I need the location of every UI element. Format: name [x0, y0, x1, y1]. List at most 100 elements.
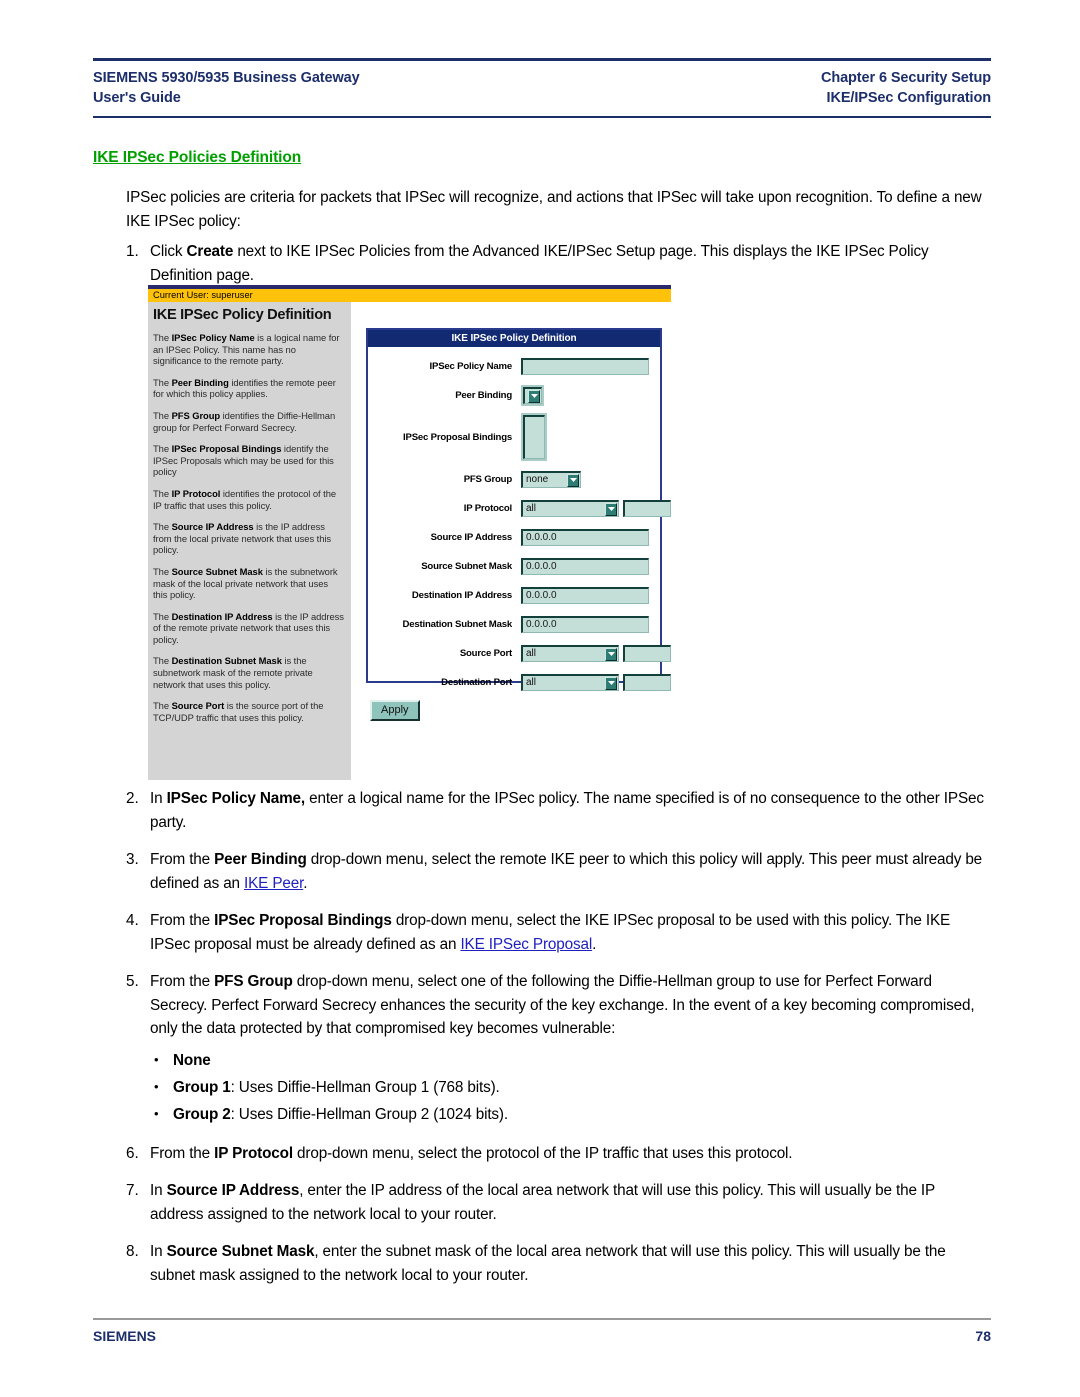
select-source-port-value: all — [526, 648, 537, 659]
select-ip-protocol-value: all — [526, 503, 537, 514]
help-paragraph: The Source IP Address is the IP address … — [153, 521, 344, 556]
help-p-a: The — [153, 443, 172, 455]
header-subsection: IKE/IPSec Configuration — [826, 90, 992, 106]
form-rows: IPSec Policy Name Peer Binding IPSec Pro… — [368, 347, 671, 692]
field-row-dest-port: Destination Port all — [368, 672, 671, 692]
step-5: 5. From the PFS Group drop-down menu, se… — [126, 970, 992, 1128]
step-1: 1. Click Create next to IKE IPSec Polici… — [126, 240, 992, 287]
step-3-a: From the — [150, 851, 215, 868]
step-6-c: drop-down menu, select the protocol of t… — [292, 1144, 793, 1162]
step-6-b: IP Protocol — [214, 1144, 293, 1162]
help-paragraph: The Source Port is the source port of th… — [153, 700, 344, 723]
help-p-term: Source Subnet Mask — [171, 565, 263, 577]
help-pane-title: IKE IPSec Policy Definition — [153, 307, 332, 323]
help-p-term: Source Port — [171, 700, 225, 712]
step-1-number: 1. — [126, 243, 139, 260]
step-8-text: In Source Subnet Mask, enter the subnet … — [150, 1240, 992, 1287]
input-policy-name[interactable] — [521, 357, 649, 375]
header-line2: User's Guide — [93, 90, 181, 106]
select-peer-binding[interactable] — [523, 386, 542, 404]
select-pfs-group[interactable]: none — [521, 470, 581, 488]
step-7-b: Source IP Address — [166, 1182, 300, 1199]
step-4-text: From the IPSec Proposal Bindings drop-do… — [150, 909, 992, 956]
label-peer-binding: Peer Binding — [455, 389, 512, 401]
input-dest-port-extra[interactable] — [623, 673, 671, 691]
footer-brand: SIEMENS — [93, 1327, 157, 1344]
list-item: Group 2: Uses Diffie-Hellman Group 2 (10… — [150, 1100, 992, 1128]
help-paragraph: The PFS Group identifies the Diffie-Hell… — [153, 410, 344, 433]
help-p-term: IPSec Proposal Bindings — [171, 443, 282, 455]
step-2: 2. In IPSec Policy Name, enter a logical… — [126, 787, 992, 834]
help-paragraph: The IP Protocol identifies the protocol … — [153, 488, 344, 511]
help-paragraph: The Destination IP Address is the IP add… — [153, 611, 344, 646]
help-p-term: PFS Group — [171, 409, 221, 421]
step-4-d: . — [592, 935, 597, 953]
step-4: 4. From the IPSec Proposal Bindings drop… — [126, 909, 992, 956]
step-5-number: 5. — [126, 973, 139, 990]
list-item: None — [150, 1046, 992, 1074]
header-chapter-title: Chapter 6 Security Setup IKE/IPSec Confi… — [821, 68, 991, 108]
page-number: 78 — [975, 1327, 991, 1344]
chevron-down-icon — [605, 647, 617, 661]
peer-binding-frame — [521, 384, 544, 406]
listbox-proposal-bindings[interactable] — [523, 415, 545, 459]
help-p-term: Destination IP Address — [171, 610, 273, 622]
step-7-a: In — [150, 1182, 167, 1199]
step-1-c: next to IKE IPSec Policies from the Adva… — [150, 243, 929, 284]
label-policy-name: IPSec Policy Name — [429, 360, 513, 372]
help-paragraph: The IPSec Proposal Bindings identify the… — [153, 443, 344, 478]
step-3-b: Peer Binding — [214, 851, 307, 868]
screenshot-body: IKE IPSec Policy Definition The IPSec Po… — [148, 302, 671, 780]
input-ip-protocol-extra[interactable] — [623, 499, 671, 517]
select-dest-port[interactable]: all — [521, 673, 619, 691]
step-3-number: 3. — [126, 851, 139, 868]
input-source-ip[interactable]: 0.0.0.0 — [521, 528, 649, 546]
step-3-d: . — [303, 874, 308, 892]
help-p-a: The — [153, 655, 172, 667]
step-3-text: From the Peer Binding drop-down menu, se… — [150, 848, 992, 895]
help-p-a: The — [153, 521, 172, 533]
select-source-port[interactable]: all — [521, 644, 619, 662]
help-p-term: Source IP Address — [171, 521, 254, 533]
step-5-text: From the PFS Group drop-down menu, selec… — [150, 970, 992, 1128]
step-6: 6. From the IP Protocol drop-down menu, … — [126, 1142, 992, 1166]
select-ip-protocol[interactable]: all — [521, 499, 619, 517]
help-p-a: The — [153, 610, 172, 622]
help-p-a: The — [153, 376, 172, 388]
pfs-option-label: None — [173, 1051, 211, 1069]
help-paragraph: The Peer Binding identifies the remote p… — [153, 377, 344, 400]
input-source-mask[interactable]: 0.0.0.0 — [521, 557, 649, 575]
step-8-b: Source Subnet Mask — [166, 1243, 315, 1260]
label-source-port: Source Port — [459, 647, 512, 659]
label-source-mask: Source Subnet Mask — [421, 560, 512, 572]
label-source-ip: Source IP Address — [430, 531, 513, 543]
help-p-a: The — [153, 332, 172, 343]
label-dest-ip: Destination IP Address — [411, 589, 512, 601]
help-pane-paragraphs: The IPSec Policy Name is a logical name … — [148, 323, 351, 723]
label-dest-mask: Destination Subnet Mask — [402, 618, 513, 630]
field-row-source-port: Source Port all — [368, 643, 671, 663]
link-ike-ipsec-proposal[interactable]: IKE IPSec Proposal — [460, 936, 592, 953]
step-4-b: IPSec Proposal Bindings — [214, 912, 392, 929]
help-paragraph: The IPSec Policy Name is a logical name … — [153, 332, 344, 367]
chevron-down-icon — [528, 389, 540, 403]
input-dest-mask[interactable]: 0.0.0.0 — [521, 615, 649, 633]
section-heading: IKE IPSec Policies Definition — [93, 149, 302, 166]
document-page: SIEMENS 5930/5935 Business Gateway User'… — [0, 0, 1080, 1397]
embedded-screenshot: Current User: superuser IKE IPSec Policy… — [148, 285, 671, 780]
input-source-port-extra[interactable] — [623, 644, 671, 662]
pfs-option-desc: : Uses Diffie-Hellman Group 1 (768 bits)… — [230, 1078, 500, 1096]
field-row-dest-mask: Destination Subnet Mask 0.0.0.0 — [368, 614, 660, 634]
intro-paragraph: IPSec policies are criteria for packets … — [126, 189, 982, 230]
page-footer: SIEMENS 78 — [93, 1318, 991, 1344]
field-row-source-ip: Source IP Address 0.0.0.0 — [368, 527, 660, 547]
apply-button[interactable]: Apply — [370, 700, 420, 721]
help-paragraph: The Destination Subnet Mask is the subne… — [153, 655, 344, 690]
help-p-a: The — [153, 409, 172, 421]
link-ike-peer[interactable]: IKE Peer — [244, 875, 303, 892]
input-dest-ip[interactable]: 0.0.0.0 — [521, 586, 649, 604]
field-row-pfs-group: PFS Group none — [368, 469, 660, 489]
pfs-option-label: Group 2 — [173, 1105, 231, 1123]
apply-button-area: Apply — [370, 700, 420, 721]
step-6-a: From the — [150, 1144, 215, 1162]
